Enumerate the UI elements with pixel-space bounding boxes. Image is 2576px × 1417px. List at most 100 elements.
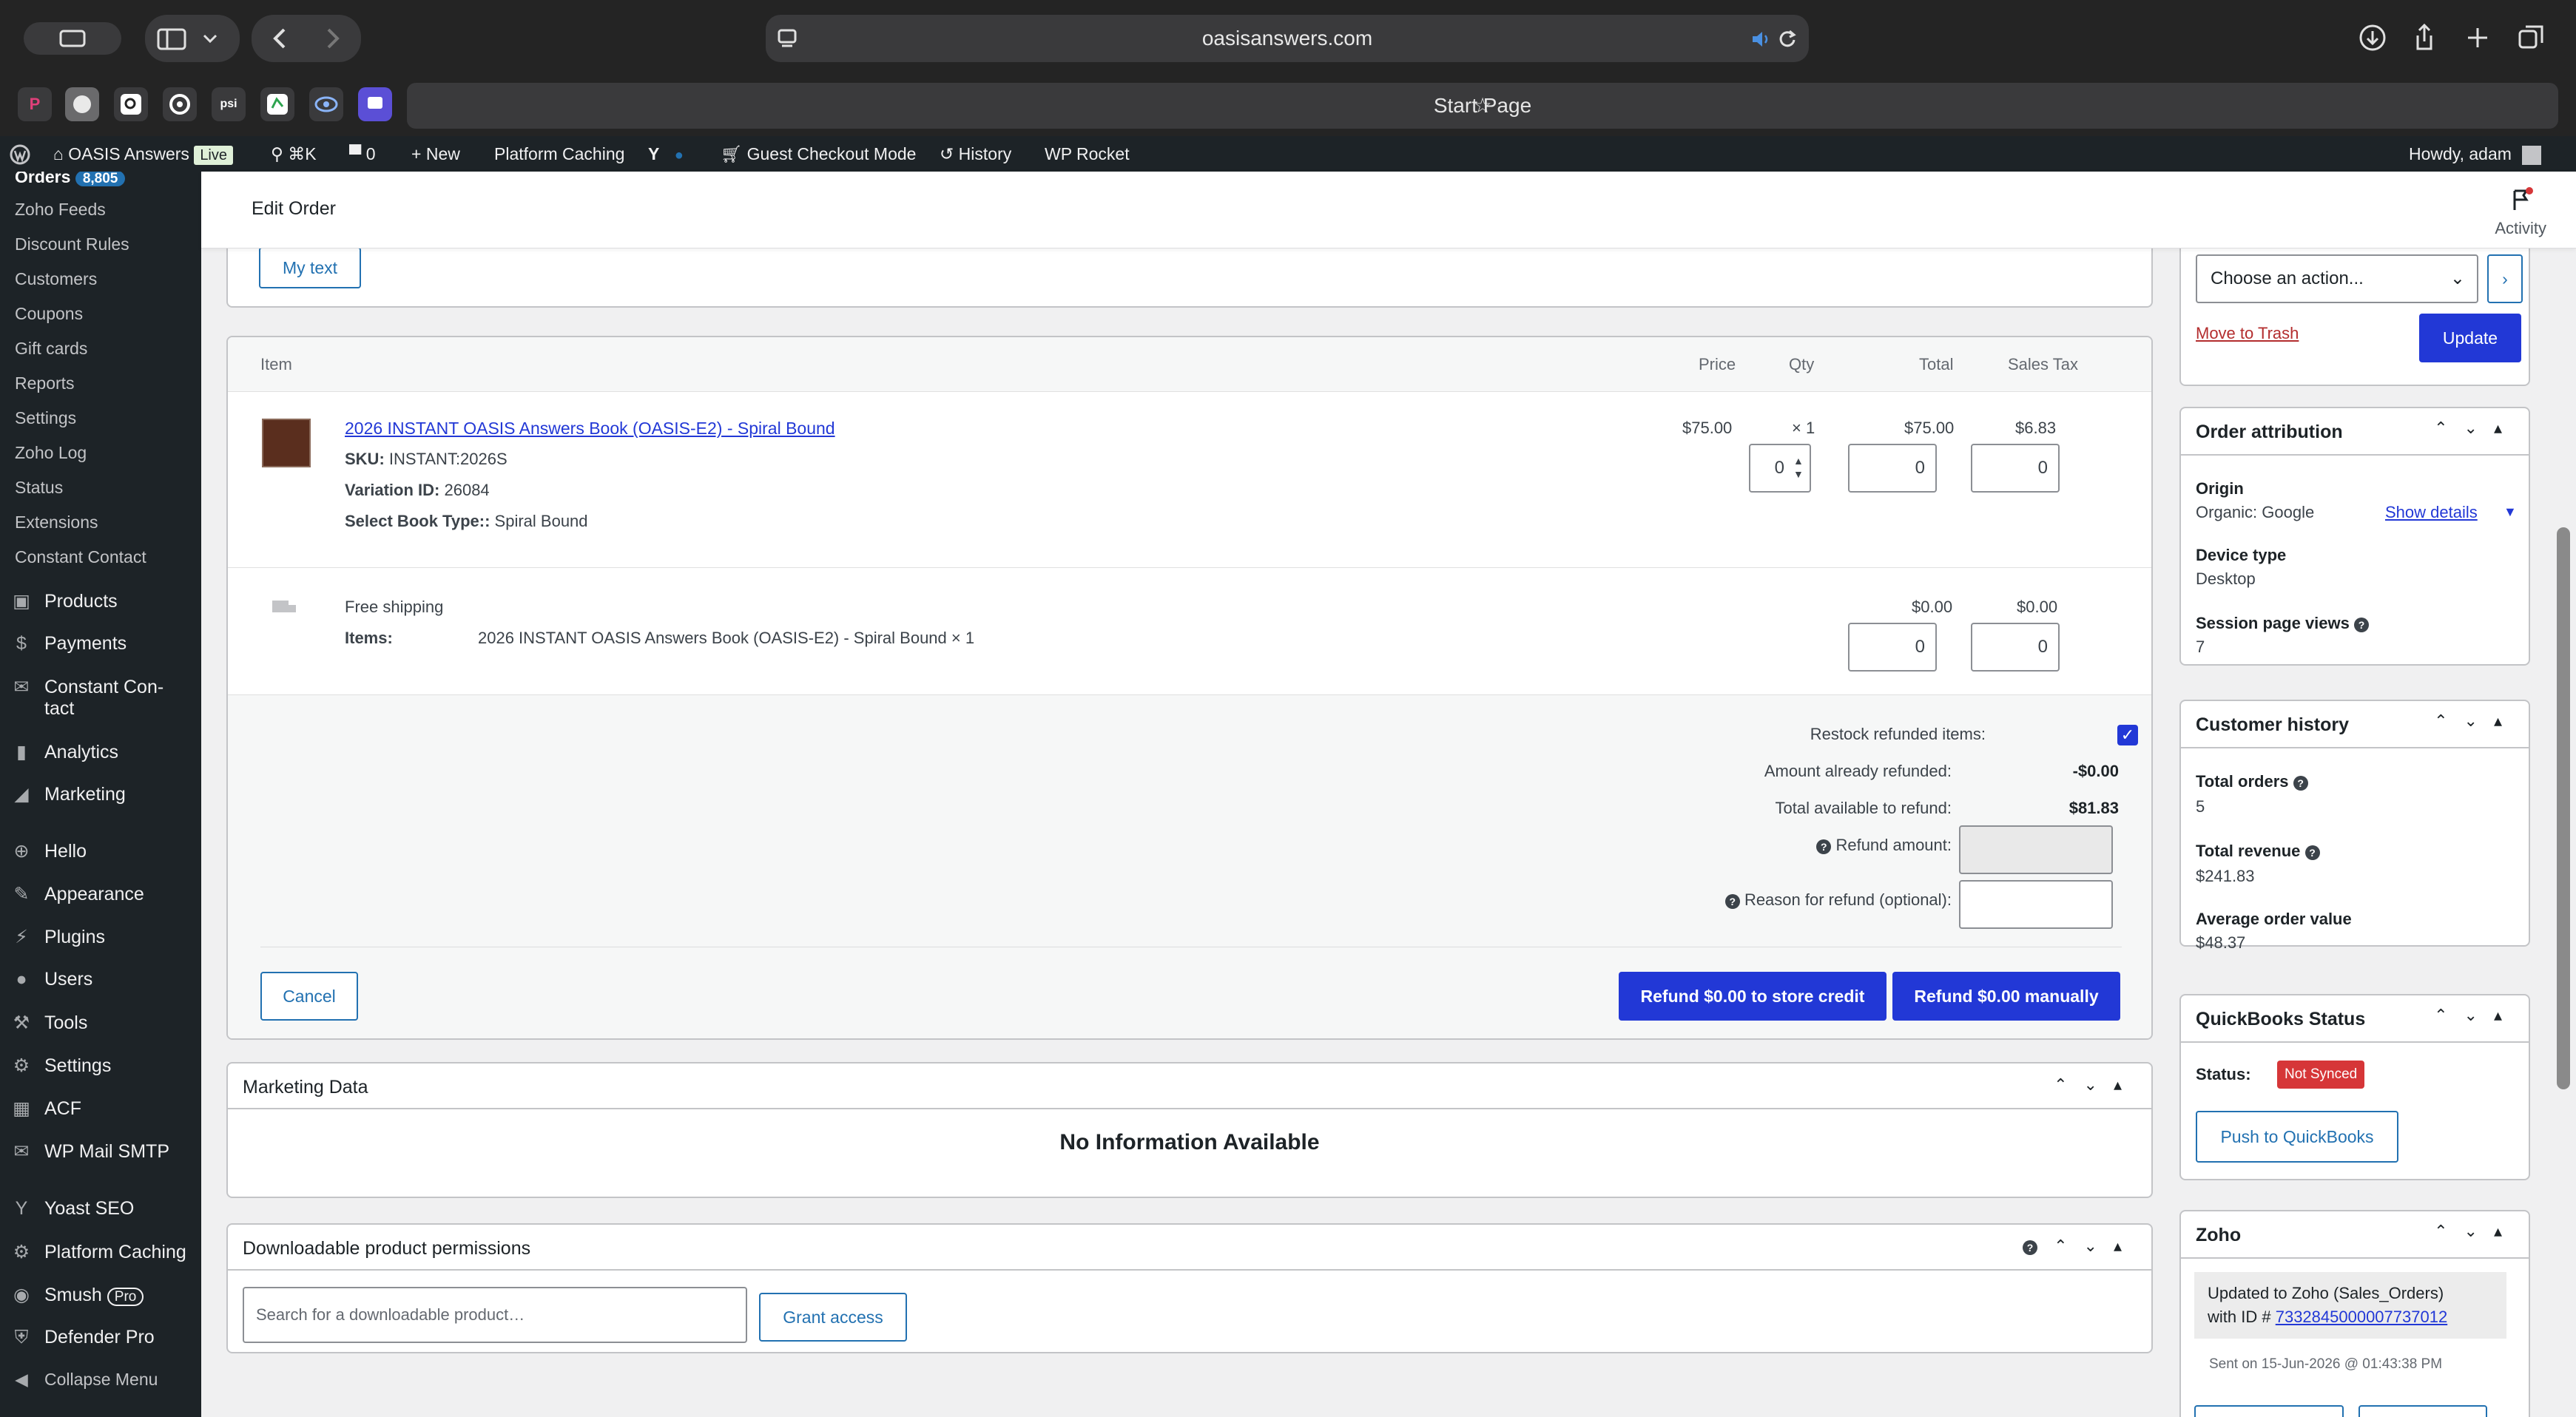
reload-icon[interactable] [1776, 28, 1798, 50]
refund-reason-input[interactable] [1959, 880, 2113, 929]
zoho-id-link[interactable]: 7332845000007737012 [2276, 1308, 2447, 1326]
site-name-menu[interactable]: ⌂ OASIS Answers Live [53, 136, 234, 173]
sidebar-item-extensions[interactable]: Extensions [15, 513, 98, 532]
help-icon[interactable]: ? [2304, 845, 2320, 860]
refund-shipping-total-input[interactable]: 0 [1848, 623, 1937, 672]
pinned-tab[interactable] [114, 87, 148, 121]
sidebar-item-analytics[interactable]: ▮ Analytics [10, 741, 118, 763]
sidebar-item-constant-contact[interactable]: ✉ Constant Con- [10, 676, 164, 698]
sidebar-item-defender[interactable]: ⛨ Defender Pro [10, 1327, 155, 1348]
sidebar-item-acf[interactable]: ▦ ACF [10, 1098, 81, 1120]
guest-checkout-menu[interactable]: 🛒︎ Guest Checkout Mode [721, 136, 916, 172]
wordpress-logo-icon[interactable] [9, 143, 31, 166]
sidebar-item-wp-mail-smtp[interactable]: ✉ WP Mail SMTP [10, 1140, 169, 1163]
help-icon[interactable]: ? [2354, 618, 2369, 632]
sidebar-item-products[interactable]: ▣ Products [10, 590, 117, 612]
page-scrollbar[interactable] [2557, 527, 2570, 1089]
help-icon[interactable]: ? [1816, 839, 1832, 854]
back-icon[interactable] [273, 28, 286, 49]
sidebar-item-zoho-log[interactable]: Zoho Log [15, 443, 87, 463]
window-switcher-button[interactable] [24, 22, 121, 55]
address-bar[interactable]: oasisanswers.com [766, 15, 1809, 62]
sidebar-item-smush[interactable]: ◉ Smush Pro [10, 1284, 144, 1306]
collapse-menu-button[interactable]: ◀ Collapse Menu [10, 1370, 158, 1390]
product-thumbnail[interactable] [262, 419, 311, 467]
sidebar-item-settings[interactable]: ⚙ Settings [10, 1055, 112, 1077]
caret-down-icon[interactable]: ▼ [2503, 504, 2517, 520]
forward-icon[interactable] [327, 28, 340, 49]
sidebar-item-status[interactable]: Status [15, 478, 63, 498]
tab-overview-icon[interactable] [2514, 21, 2548, 55]
product-name-link[interactable]: 2026 INSTANT OASIS Answers Book (OASIS-E… [345, 419, 835, 439]
sidebar-item-marketing[interactable]: ◢ Marketing [10, 783, 125, 805]
wp-rocket-menu[interactable]: WP Rocket [1045, 136, 1130, 172]
box-order-controls[interactable]: ⌃⌄▴ [2434, 419, 2518, 438]
stepper-icon[interactable]: ▲ ▼ [1793, 454, 1804, 481]
share-icon[interactable] [2407, 21, 2441, 55]
refund-tax-input[interactable]: 0 [1971, 444, 2060, 493]
sidebar-item-customers[interactable]: Customers [15, 269, 97, 289]
sidebar-item-users[interactable]: ● Users [10, 969, 92, 990]
help-icon[interactable]: ? [2023, 1240, 2038, 1255]
sidebar-item-yoast[interactable]: Y Yoast SEO [10, 1198, 135, 1220]
sidebar-item-plugins[interactable]: ⚡ Plugins [10, 926, 105, 948]
sidebar-item-zoho-feeds[interactable]: Zoho Feeds [15, 200, 106, 220]
sidebar-item-platform-caching[interactable]: ⚙ Platform Caching [10, 1241, 186, 1263]
restock-checkbox[interactable]: ✓ [2117, 725, 2138, 745]
comments-menu[interactable]: ▀ 0 [349, 136, 375, 172]
zoho-action-button[interactable] [2358, 1405, 2487, 1417]
sidebar-item-coupons[interactable]: Coupons [15, 304, 83, 324]
history-menu[interactable]: ↺ History [940, 136, 1011, 172]
admin-search[interactable]: ⚲ ⌘K [271, 136, 317, 172]
help-icon[interactable]: ? [2293, 776, 2308, 791]
sidebar-item-hello[interactable]: ⊕ Hello [10, 840, 87, 862]
platform-caching-menu[interactable]: Platform Caching [494, 136, 624, 172]
sidebar-item-tools[interactable]: ⚒ Tools [10, 1012, 88, 1034]
account-menu[interactable]: Howdy, adam [2409, 136, 2542, 172]
refund-total-input[interactable]: 0 [1848, 444, 1937, 493]
update-button[interactable]: Update [2419, 314, 2521, 362]
show-details-link[interactable]: Show details [2385, 503, 2478, 522]
move-to-trash-link[interactable]: Move to Trash [2196, 324, 2299, 343]
new-content-menu[interactable]: + New [411, 136, 460, 172]
help-icon[interactable]: ? [1724, 894, 1740, 909]
sidebar-item-constant-contact-sub[interactable]: Constant Contact [15, 547, 146, 567]
pinned-tab[interactable]: P [18, 87, 52, 121]
sidebar-item-payments[interactable]: $ Payments [10, 633, 127, 655]
sidebar-item-gift-cards[interactable]: Gift cards [15, 339, 87, 359]
order-action-select[interactable]: Choose an action... ⌄ [2196, 254, 2478, 303]
push-to-quickbooks-button[interactable]: Push to QuickBooks [2196, 1111, 2398, 1163]
sidebar-toggle-button[interactable] [145, 15, 240, 62]
refund-shipping-tax-input[interactable]: 0 [1971, 623, 2060, 672]
downloadable-product-search-input[interactable]: Search for a downloadable product… [243, 1287, 747, 1343]
box-order-controls[interactable]: ⌃⌄▴ [2054, 1075, 2138, 1095]
sidebar-item-reports[interactable]: Reports [15, 373, 75, 393]
pinned-tab[interactable] [163, 87, 197, 121]
pinned-tab[interactable]: psi [212, 87, 246, 121]
zoho-action-button[interactable] [2194, 1405, 2344, 1417]
box-order-controls[interactable]: ⌃⌄▴ [2434, 711, 2518, 731]
grant-access-button[interactable]: Grant access [759, 1293, 907, 1342]
apply-action-button[interactable]: › [2487, 254, 2523, 303]
activity-button[interactable]: Activity [2495, 185, 2546, 238]
pinned-tab[interactable] [65, 87, 99, 121]
box-order-controls[interactable]: ⌃⌄▴ [2434, 1006, 2518, 1025]
downloads-icon[interactable] [2356, 21, 2390, 55]
cancel-button[interactable]: Cancel [260, 972, 358, 1021]
box-order-controls[interactable]: ? ⌃⌄▴ [2023, 1237, 2138, 1256]
sidebar-item-discount-rules[interactable]: Discount Rules [15, 234, 129, 254]
pinned-tab[interactable] [260, 87, 294, 121]
refund-amount-input[interactable] [1959, 825, 2113, 874]
box-order-controls[interactable]: ⌃⌄▴ [2434, 1222, 2518, 1241]
refund-manually-button[interactable]: Refund $0.00 manually [1892, 972, 2120, 1021]
pinned-tab[interactable] [309, 87, 343, 121]
tab-start-page[interactable]: ☆ Start Page [407, 83, 2558, 129]
sidebar-item-wc-settings[interactable]: Settings [15, 408, 76, 428]
new-tab-icon[interactable] [2461, 21, 2495, 55]
my-text-button[interactable]: My text [259, 248, 361, 288]
sidebar-item-appearance[interactable]: ✎ Appearance [10, 883, 144, 905]
yoast-menu[interactable]: Y ● [648, 136, 684, 173]
speaker-icon[interactable] [1750, 28, 1772, 50]
sidebar-item-orders[interactable]: Orders 8,805 [15, 172, 126, 187]
pinned-tab[interactable] [358, 87, 392, 121]
